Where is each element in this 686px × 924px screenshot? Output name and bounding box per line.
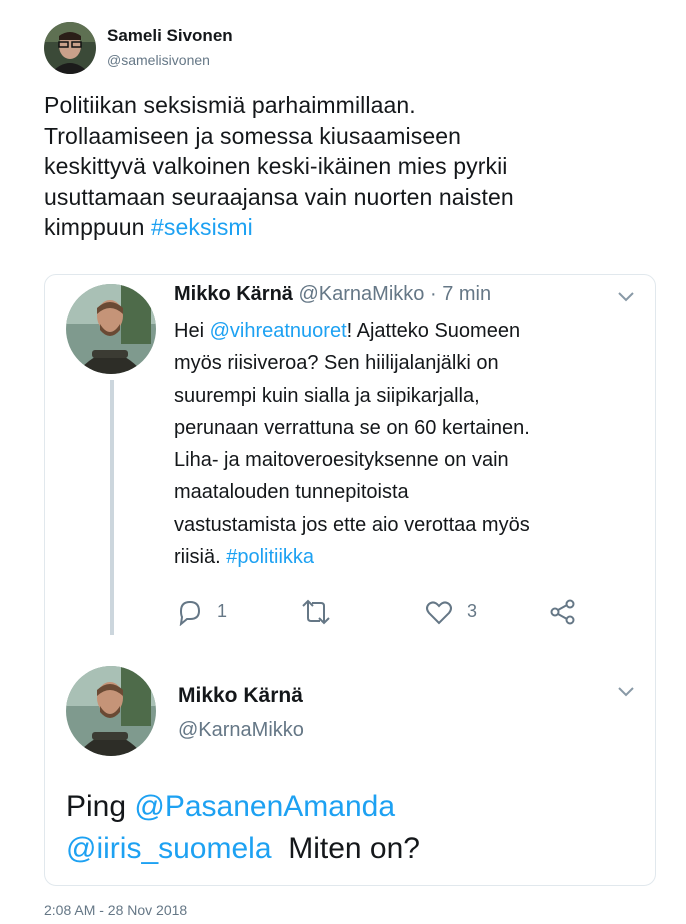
quoted-text-line: vastustamista jos ette aio verottaa myös bbox=[174, 513, 530, 536]
like-icon[interactable] bbox=[424, 598, 454, 626]
header-separator: · bbox=[424, 283, 443, 305]
reply-text-line: @iiris_suomela Miten on? bbox=[66, 828, 420, 870]
tweet-text-line: keskittyvä valkoinen keski-ikäinen mies … bbox=[44, 153, 508, 179]
quoted-text-line: perunaan verrattuna se on 60 kertainen. bbox=[174, 416, 530, 439]
tweet-text-line: kimppuun #seksismi bbox=[44, 212, 664, 243]
reply-text-prefix: Ping bbox=[66, 790, 135, 823]
reply-author-name[interactable]: Mikko Kärnä bbox=[178, 684, 303, 708]
quoted-author-name[interactable]: Mikko Kärnä bbox=[174, 283, 293, 305]
author-avatar[interactable] bbox=[44, 22, 96, 74]
author-handle[interactable]: @samelisivonen bbox=[107, 52, 210, 68]
tweet-text-line: Trollaamiseen ja somessa kiusaamiseen bbox=[44, 122, 462, 149]
retweet-icon[interactable] bbox=[299, 598, 333, 626]
tweet-text-last: kimppuun bbox=[44, 214, 152, 240]
author-name[interactable]: Sameli Sivonen bbox=[107, 26, 233, 46]
reply-author-handle[interactable]: @KarnaMikko bbox=[178, 719, 304, 742]
chevron-down-icon[interactable] bbox=[617, 686, 635, 698]
reply-text-suffix: Miten on? bbox=[271, 832, 420, 865]
quoted-text-line: suurempi kuin sialla ja siipikarjalla, bbox=[174, 384, 480, 407]
quoted-text-line: Hei @vihreatnuoret! Ajatteko Suomeen bbox=[174, 315, 644, 347]
like-count: 3 bbox=[467, 601, 478, 621]
thread-connector-line bbox=[110, 380, 114, 635]
quoted-text-line: myös riisiveroa? Sen hiilijalanjälki on bbox=[174, 352, 499, 375]
tweet-timestamp[interactable]: 2:08 AM - 28 Nov 2018 bbox=[44, 902, 187, 918]
mention-link[interactable]: @iiris_suomela bbox=[66, 832, 272, 865]
quoted-author-avatar[interactable] bbox=[66, 284, 156, 374]
reply-author-avatar[interactable] bbox=[66, 666, 156, 756]
chevron-down-icon[interactable] bbox=[617, 291, 635, 303]
quoted-tweet-header: Mikko Kärnä @KarnaMikko · 7 min bbox=[174, 283, 491, 306]
quoted-tweet-text: Hei @vihreatnuoret! Ajatteko Suomeen myö… bbox=[174, 315, 644, 573]
quoted-text-last: riisiä. bbox=[174, 546, 227, 569]
share-icon[interactable] bbox=[548, 598, 578, 626]
quoted-text-suffix: ! Ajatteko Suomeen bbox=[346, 320, 521, 342]
tweet-text-line: usuttamaan seuraajansa vain nuorten nais… bbox=[44, 183, 514, 210]
quoted-text-line: riisiä. #politiikka bbox=[174, 541, 644, 573]
tweet-text: Politiikan seksismiä parhaimmillaan. Tro… bbox=[44, 90, 664, 243]
quoted-time[interactable]: 7 min bbox=[442, 283, 491, 305]
reply-icon[interactable] bbox=[175, 598, 205, 626]
mention-link[interactable]: @vihreatnuoret bbox=[210, 320, 347, 342]
reply-text-line: Ping @PasanenAmanda bbox=[66, 786, 420, 828]
reply-count: 1 bbox=[217, 601, 228, 621]
quoted-text-line: maatalouden tunnepitoista bbox=[174, 481, 409, 504]
mention-link[interactable]: @PasanenAmanda bbox=[134, 790, 395, 823]
quoted-text-prefix: Hei bbox=[174, 320, 210, 342]
hashtag-link[interactable]: #politiikka bbox=[226, 546, 314, 568]
hashtag-link[interactable]: #seksismi bbox=[151, 214, 253, 240]
reply-text: Ping @PasanenAmanda @iiris_suomela Miten… bbox=[66, 786, 420, 870]
quoted-text-line: Liha- ja maitoveroesityksenne on vain bbox=[174, 449, 509, 472]
tweet-text-line: Politiikan seksismiä parhaimmillaan. bbox=[44, 92, 416, 118]
quoted-author-handle[interactable]: @KarnaMikko bbox=[299, 283, 425, 305]
